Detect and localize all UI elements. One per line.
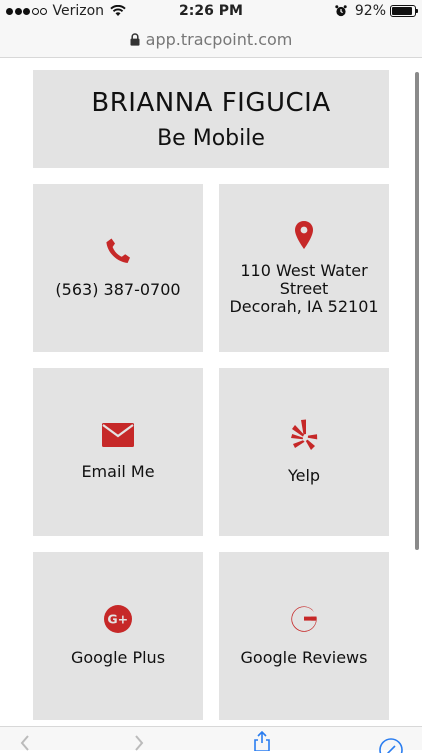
forward-arrow-icon[interactable] xyxy=(134,735,144,751)
status-bar: Verizon 2:26 PM 92% xyxy=(0,0,422,22)
compass-icon[interactable] xyxy=(378,737,404,753)
svg-text:G+: G+ xyxy=(107,612,128,627)
email-tile[interactable]: Email Me xyxy=(33,368,203,536)
phone-tile[interactable]: (563) 387-0700 xyxy=(33,184,203,352)
back-arrow-icon[interactable] xyxy=(20,735,30,751)
google-plus-tile[interactable]: G+ Google Plus xyxy=(33,552,203,720)
yelp-tile[interactable]: Yelp xyxy=(219,368,389,536)
address-line-2: Street xyxy=(279,279,329,298)
profile-subtitle: Be Mobile xyxy=(157,126,265,151)
google-reviews-label: Google Reviews xyxy=(240,648,368,667)
page-content: BRIANNA FIGUCIA Be Mobile (563) 387-0700… xyxy=(0,58,422,726)
google-reviews-tile[interactable]: Google Reviews xyxy=(219,552,389,720)
google-plus-label: Google Plus xyxy=(70,648,166,667)
phone-icon xyxy=(106,238,130,263)
envelope-icon xyxy=(102,423,134,447)
address-tile[interactable]: 110 West Water Street Decorah, IA 52101 xyxy=(219,184,389,352)
share-icon[interactable] xyxy=(252,731,272,751)
battery-icon xyxy=(390,5,418,17)
google-plus-icon: G+ xyxy=(104,605,132,633)
browser-toolbar xyxy=(0,726,422,753)
yelp-label: Yelp xyxy=(287,466,321,485)
map-pin-icon xyxy=(295,221,313,249)
battery-percent: 92% xyxy=(354,3,386,19)
address-line-3: Decorah, IA 52101 xyxy=(229,297,379,316)
alarm-clock-icon xyxy=(335,5,347,17)
url-text: app.tracpoint.com xyxy=(145,30,293,49)
profile-header: BRIANNA FIGUCIA Be Mobile xyxy=(33,70,389,168)
phone-number: (563) 387-0700 xyxy=(55,280,181,299)
scrollbar[interactable] xyxy=(415,72,419,550)
google-icon xyxy=(291,606,317,632)
email-label: Email Me xyxy=(81,462,155,481)
yelp-icon xyxy=(291,419,318,450)
lock-icon xyxy=(130,33,140,46)
profile-name: BRIANNA FIGUCIA xyxy=(91,88,331,118)
address-bar[interactable]: app.tracpoint.com xyxy=(0,22,422,58)
status-right: 92% xyxy=(335,3,418,19)
address-line-1: 110 West Water xyxy=(240,261,368,280)
